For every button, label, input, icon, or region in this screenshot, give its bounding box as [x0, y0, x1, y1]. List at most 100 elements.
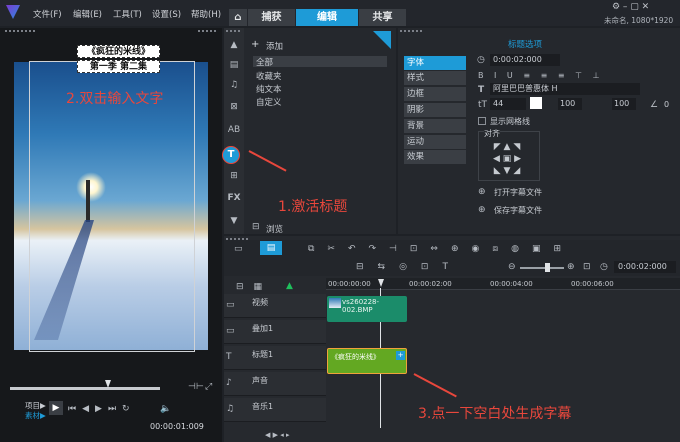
- browse-label[interactable]: 浏览: [266, 223, 283, 235]
- tab-capture[interactable]: 捕获: [248, 9, 295, 26]
- menu-file[interactable]: 文件(F): [33, 8, 62, 20]
- tab-edit[interactable]: 编辑: [296, 9, 358, 26]
- instant-project-icon[interactable]: ♫: [227, 80, 241, 92]
- track-voice[interactable]: ♪ 声音: [224, 372, 326, 396]
- fx-icon[interactable]: FX: [227, 193, 241, 205]
- menu-bar: 文件(F) 编辑(E) 工具(T) 设置(S) 帮助(H) ⌂ 捕获 编辑 共享…: [0, 0, 680, 26]
- track-music-label: 音乐1: [252, 402, 274, 411]
- title-icon[interactable]: T: [222, 146, 240, 164]
- down-arrow-icon[interactable]: ▼: [227, 216, 241, 228]
- track-music[interactable]: ♫ 音乐1: [224, 398, 326, 422]
- preview-title-line1[interactable]: 《疯狂的米线》: [77, 45, 160, 58]
- track-voice-label: 声音: [252, 376, 268, 385]
- text-format-icons[interactable]: B I U ≡ ≡ ≡ ⊤ ⊥: [478, 71, 604, 80]
- volume-icon[interactable]: 🔈: [160, 404, 171, 414]
- ruler-tick-2: 00:00:02:00: [409, 280, 452, 288]
- annotation-activate-title: 1.激活标题: [278, 199, 348, 215]
- add-icon[interactable]: +: [251, 39, 259, 50]
- project-name: 未命名, 1080*1920: [604, 16, 674, 25]
- mode-clip[interactable]: 素材▶: [25, 410, 46, 421]
- add-track-icon[interactable]: ▲: [286, 281, 293, 291]
- track-overlay[interactable]: ▭ 叠加1: [224, 320, 326, 344]
- line-spacing-field[interactable]: 100: [558, 98, 582, 110]
- title-track-icon: T: [226, 352, 232, 362]
- folder-custom[interactable]: 自定义: [256, 96, 282, 108]
- save-subtitle-icon[interactable]: ⊕: [478, 205, 486, 215]
- track-title[interactable]: T 标题1: [224, 346, 326, 370]
- menu-help[interactable]: 帮助(H): [191, 8, 221, 20]
- grid-checkbox[interactable]: [478, 117, 486, 125]
- track-overlay-label: 叠加1: [252, 324, 274, 333]
- open-subtitle-icon[interactable]: ⊕: [478, 187, 486, 197]
- up-arrow-icon[interactable]: ▲: [227, 40, 241, 52]
- tab-font[interactable]: 字体: [404, 56, 466, 70]
- timeline-tool-icons[interactable]: ⧉✂↶↷⊣⊡⇔⊕◉⧈◍▣⊞: [308, 244, 574, 254]
- timeline-view-button[interactable]: ▤: [260, 241, 282, 255]
- annotation-click-blank: 3.点一下空白处生成字幕: [418, 406, 572, 422]
- tab-border[interactable]: 边框: [404, 87, 466, 101]
- video-track-icon: ▭: [226, 300, 235, 310]
- title-clip[interactable]: 《疯狂的米线》 +: [327, 348, 407, 374]
- app-logo-icon: [6, 5, 20, 19]
- tab-effect[interactable]: 效果: [404, 150, 466, 164]
- timeline-tool-icons-row2[interactable]: ⊟⇆◎⊡T: [356, 262, 462, 272]
- font-size-field[interactable]: 44: [490, 98, 526, 110]
- tab-share[interactable]: 共享: [359, 9, 406, 26]
- annotation-double-click: 2.双击输入文字: [66, 91, 164, 107]
- transport-icons[interactable]: ⏮◀▶⏭↻: [68, 404, 136, 414]
- menu-tools[interactable]: 工具(T): [113, 8, 142, 20]
- scrub-bar[interactable]: [10, 387, 160, 390]
- play-button[interactable]: ▶: [49, 401, 63, 415]
- show-grid-label: 显示网格线: [490, 117, 530, 126]
- timeline-timecode[interactable]: 0:00:02:000: [614, 261, 676, 273]
- track-title-label: 标题1: [252, 350, 274, 359]
- folder-favorites[interactable]: 收藏夹: [256, 70, 282, 82]
- duration-field[interactable]: 0:00:02:000: [490, 54, 560, 66]
- fullscreen-icon[interactable]: ⤢: [205, 382, 212, 392]
- track-video[interactable]: ▭ 视频: [224, 294, 326, 318]
- home-tab[interactable]: ⌂: [229, 9, 247, 26]
- color-swatch[interactable]: [530, 97, 542, 109]
- zoom-handle[interactable]: [545, 263, 550, 272]
- zoom-out-icon[interactable]: ⊖: [508, 262, 516, 272]
- font-size-icon: tT: [478, 100, 488, 110]
- folder-all[interactable]: 全部: [253, 56, 387, 68]
- split-icon[interactable]: ⊣⊢: [188, 382, 204, 392]
- zoom-in-icon[interactable]: ⊕: [567, 262, 575, 272]
- timeline-scroll-icons[interactable]: ◀ ▶ ◂ ▸: [265, 431, 289, 439]
- preview-title-line2[interactable]: 第一季 第二集: [77, 60, 160, 73]
- video-clip[interactable]: vs260228-002.BMP: [327, 296, 407, 322]
- tab-background[interactable]: 背景: [404, 119, 466, 133]
- storyboard-view-icon[interactable]: ▭: [234, 244, 243, 254]
- menu-settings[interactable]: 设置(S): [152, 8, 181, 20]
- menu-edit[interactable]: 编辑(E): [73, 8, 102, 20]
- clock-icon-2: ◷: [600, 262, 608, 272]
- tab-style[interactable]: 样式: [404, 71, 466, 85]
- fit-icon[interactable]: ⊡: [583, 262, 591, 272]
- add-label[interactable]: 添加: [266, 40, 283, 52]
- graphics-icon[interactable]: ⊞: [227, 171, 241, 183]
- track-video-label: 视频: [252, 298, 268, 307]
- tab-motion[interactable]: 运动: [404, 135, 466, 149]
- angle-icon: ∠: [650, 100, 659, 110]
- tab-shadow[interactable]: 阴影: [404, 103, 466, 117]
- font-select[interactable]: 阿里巴巴普惠体 H: [490, 83, 640, 95]
- overlay-track-icon: ▭: [226, 326, 235, 336]
- clip-add-icon[interactable]: +: [396, 351, 405, 360]
- transition-icon[interactable]: ⊠: [227, 102, 241, 114]
- preview-timecode[interactable]: 00:00:01:009: [150, 422, 204, 431]
- zoom-slider[interactable]: [520, 267, 564, 269]
- align-grid-icons[interactable]: ◤ ▲ ◥ ◀ ▣ ▶ ◣ ▼ ◢: [482, 141, 532, 177]
- folder-plain-text[interactable]: 纯文本: [256, 83, 282, 95]
- tracking-field[interactable]: 100: [612, 98, 636, 110]
- open-subtitle-button[interactable]: 打开字幕文件: [494, 187, 542, 198]
- ab-icon[interactable]: AB: [227, 125, 241, 137]
- home-icon: ⌂: [234, 12, 242, 23]
- media-icon[interactable]: ▤: [227, 60, 241, 72]
- clock-icon: ◷: [477, 55, 485, 65]
- angle-field[interactable]: 0: [664, 100, 669, 109]
- browse-icon[interactable]: ⊟: [252, 222, 260, 232]
- track-manager-icons[interactable]: ⊟▦: [236, 282, 272, 292]
- clip-thumbnail: [329, 298, 341, 308]
- save-subtitle-button[interactable]: 保存字幕文件: [494, 205, 542, 216]
